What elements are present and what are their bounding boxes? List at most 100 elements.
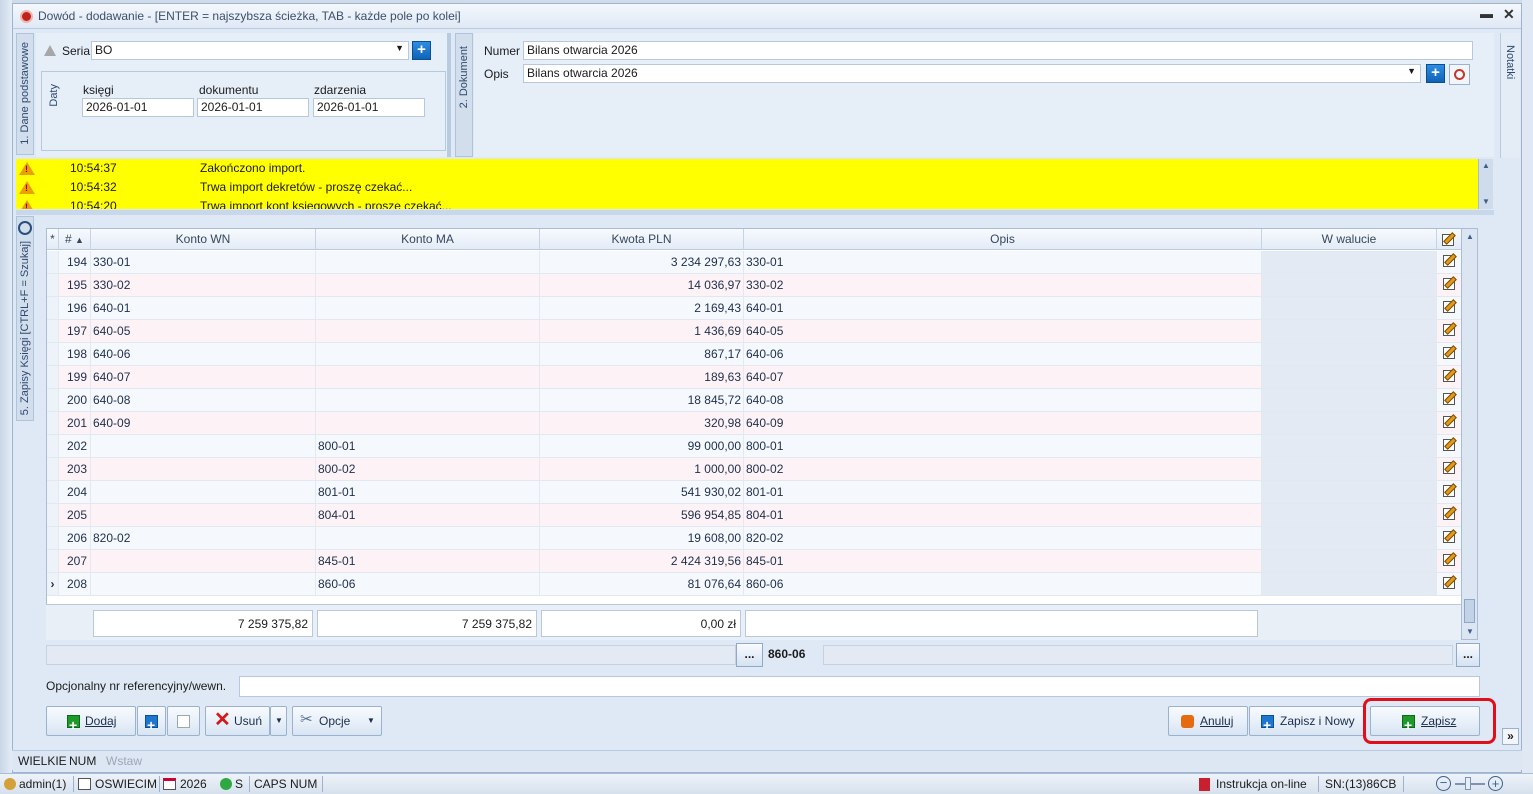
status-user[interactable]: admin(1) [19,777,66,791]
data-ksiegi-field[interactable]: 2026-01-01 [82,98,194,117]
cell-w-walucie[interactable] [1262,458,1437,480]
splitter-horizontal[interactable] [16,210,1494,215]
row-indicator[interactable] [47,412,59,434]
edit-row-icon[interactable] [1443,255,1455,267]
header-num[interactable]: # ▲ [59,229,91,250]
tab-dane-podstawowe[interactable]: 1. Dane podstawowe [16,33,34,155]
cell-num[interactable]: 198 [59,343,91,365]
more-button[interactable]: » [1502,728,1519,745]
row-indicator[interactable] [47,343,59,365]
cell-kwota[interactable]: 1 000,00 [540,458,744,480]
edit-row-icon[interactable] [1443,416,1455,428]
header-konto-ma[interactable]: Konto MA [316,229,540,250]
cell-konto-ma[interactable] [316,251,540,273]
cell-num[interactable]: 194 [59,251,91,273]
header-edit[interactable] [1437,229,1462,250]
minimize-button[interactable]: ▬ [1480,6,1493,21]
cell-num[interactable]: 208 [59,573,91,595]
cell-num[interactable]: 202 [59,435,91,457]
cell-kwota[interactable]: 1 436,69 [540,320,744,342]
cell-num[interactable]: 195 [59,274,91,296]
cell-kwota[interactable]: 596 954,85 [540,504,744,526]
cell-w-walucie[interactable] [1262,274,1437,296]
cell-konto-wn[interactable]: 820-02 [91,527,316,549]
row-indicator[interactable] [47,297,59,319]
table-row[interactable]: 205 804-01 596 954,85 804-01 [47,504,1462,527]
row-indicator[interactable] [47,458,59,480]
status-instrukcja[interactable]: Instrukcja on-line [1216,777,1307,791]
add-button[interactable]: Dodaj [46,706,136,739]
edit-row-icon[interactable] [1443,577,1455,589]
cell-konto-wn[interactable]: 640-06 [91,343,316,365]
edit-row-icon[interactable] [1443,485,1455,497]
cell-num[interactable]: 206 [59,527,91,549]
cell-konto-ma[interactable] [316,412,540,434]
tab-dokument[interactable]: 2. Dokument [455,33,473,157]
cell-w-walucie[interactable] [1262,389,1437,411]
cell-konto-wn[interactable] [91,481,316,503]
account-ellipsis-button[interactable]: ... [736,643,763,667]
cell-kwota[interactable]: 867,17 [540,343,744,365]
numer-field[interactable]: Bilans otwarcia 2026 [523,41,1473,60]
cell-num[interactable]: 196 [59,297,91,319]
status-year[interactable]: 2026 [180,777,207,791]
edit-row-icon[interactable] [1443,439,1455,451]
cell-kwota[interactable]: 99 000,00 [540,435,744,457]
cell-konto-ma[interactable]: 801-01 [316,481,540,503]
splitter-vertical[interactable] [447,33,451,157]
cell-konto-wn[interactable]: 640-08 [91,389,316,411]
row-indicator[interactable] [47,504,59,526]
zoom-in-icon[interactable]: + [1488,776,1503,791]
cell-konto-ma[interactable]: 804-01 [316,504,540,526]
cell-konto-ma[interactable] [316,297,540,319]
cell-opis[interactable]: 330-01 [744,251,1262,273]
zoom-slider-thumb[interactable] [1465,777,1471,790]
cell-num[interactable]: 199 [59,366,91,388]
row-indicator[interactable] [47,251,59,273]
cell-opis[interactable]: 640-05 [744,320,1262,342]
cell-konto-ma[interactable]: 800-01 [316,435,540,457]
table-row[interactable]: 206 820-02 19 608,00 820-02 [47,527,1462,550]
opis-field[interactable]: Bilans otwarcia 2026 ▼ [523,64,1421,83]
cell-kwota[interactable]: 2 169,43 [540,297,744,319]
cell-opis[interactable]: 800-01 [744,435,1262,457]
cell-konto-ma[interactable] [316,366,540,388]
add-blue-button[interactable] [137,706,166,739]
cell-kwota[interactable]: 14 036,97 [540,274,744,296]
ref-field[interactable] [239,676,1480,697]
cell-konto-wn[interactable]: 640-07 [91,366,316,388]
cell-konto-wn[interactable]: 640-09 [91,412,316,434]
cell-konto-wn[interactable]: 640-01 [91,297,316,319]
cell-kwota[interactable]: 320,98 [540,412,744,434]
cell-w-walucie[interactable] [1262,573,1437,595]
cell-opis[interactable]: 801-01 [744,481,1262,503]
cell-opis[interactable]: 845-01 [744,550,1262,572]
cell-num[interactable]: 204 [59,481,91,503]
edit-row-icon[interactable] [1443,370,1455,382]
expand-ellipsis-button[interactable]: ... [1456,643,1480,667]
cell-w-walucie[interactable] [1262,297,1437,319]
edit-opis-button[interactable] [1449,64,1470,85]
cell-konto-ma[interactable] [316,527,540,549]
table-row[interactable]: 204 801-01 541 930,02 801-01 [47,481,1462,504]
scroll-thumb[interactable] [1464,599,1475,623]
cell-num[interactable]: 200 [59,389,91,411]
table-row[interactable]: 203 800-02 1 000,00 800-02 [47,458,1462,481]
add-opis-button[interactable]: + [1426,64,1445,83]
cell-kwota[interactable]: 19 608,00 [540,527,744,549]
add-seria-button[interactable]: + [412,41,431,60]
cell-w-walucie[interactable] [1262,412,1437,434]
row-indicator[interactable] [47,527,59,549]
cell-konto-wn[interactable] [91,435,316,457]
row-indicator[interactable]: › [47,573,59,595]
cell-w-walucie[interactable] [1262,251,1437,273]
cell-konto-wn[interactable] [91,504,316,526]
delete-dropdown-button[interactable]: ▼ [270,706,287,736]
cell-opis[interactable]: 640-09 [744,412,1262,434]
cell-opis[interactable]: 860-06 [744,573,1262,595]
cell-w-walucie[interactable] [1262,504,1437,526]
cell-opis[interactable]: 820-02 [744,527,1262,549]
cancel-button[interactable]: Anuluj [1168,706,1248,736]
cell-konto-wn[interactable]: 640-05 [91,320,316,342]
cell-w-walucie[interactable] [1262,320,1437,342]
